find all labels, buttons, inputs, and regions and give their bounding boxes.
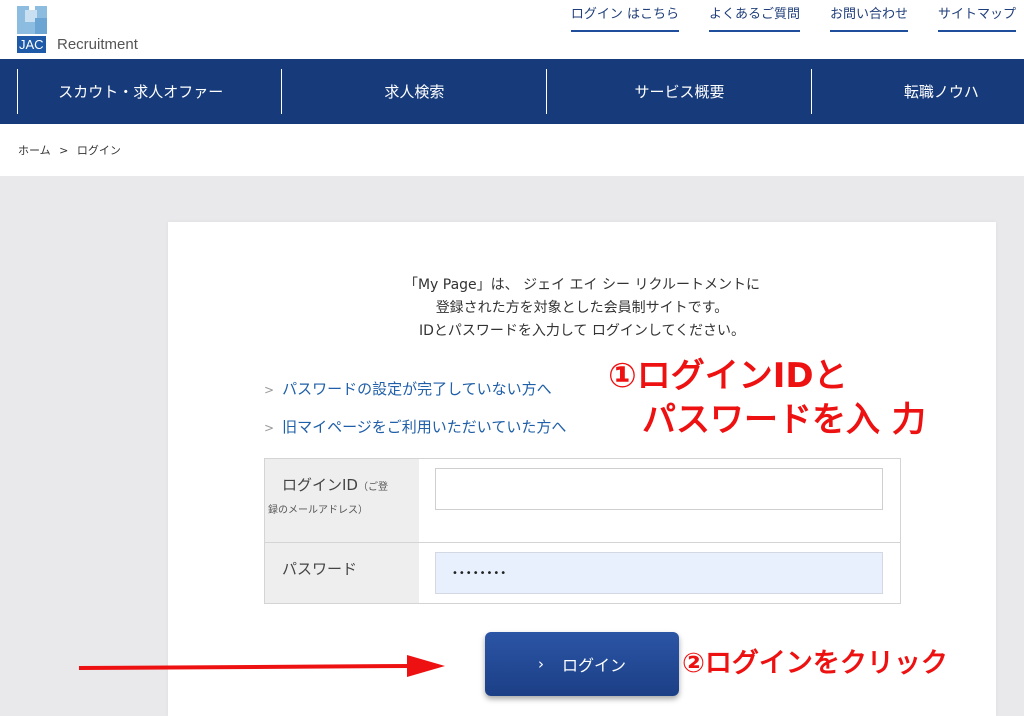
breadcrumb-separator: > (59, 144, 69, 157)
logo-jac-box: JAC (17, 36, 46, 53)
nav-item-scout-offer[interactable]: スカウト・求人オファー (0, 59, 282, 124)
login-button[interactable]: › ログイン (485, 632, 679, 696)
link-label: パスワードの設定が完了していない方へ (282, 380, 552, 398)
login-id-note: 録のメールアドレス） (268, 505, 368, 516)
nav-item-label: スカウト・求人オファー (58, 83, 224, 101)
intro-line: 「My Page」は、 ジェイ エイ シー リクルートメントに (403, 277, 761, 293)
nav-item-service-overview[interactable]: サービス概要 (547, 59, 812, 124)
contact-link[interactable]: お問い合わせ (829, 6, 908, 32)
faq-link[interactable]: よくあるご質問 (708, 6, 800, 32)
nav-item-label: 転職ノウハ (903, 83, 979, 101)
breadcrumb-current: ログイン (76, 144, 121, 157)
login-id-label: ログインID（ご登 録のメールアドレス） (265, 459, 419, 542)
chevron-right-icon: › (537, 655, 544, 673)
login-button-label: ログイン (561, 656, 626, 675)
intro-line: 登録された方を対象とした会員制サイトです。 (435, 300, 729, 316)
annotation-step1: ①ログインIDと パスワードを入 力 (608, 354, 926, 442)
help-links: > パスワードの設定が完了していない方へ > 旧マイページをご利用いただいていた方へ (264, 378, 566, 454)
nav-item-job-search[interactable]: 求人検索 (282, 59, 548, 124)
login-id-row: ログインID（ご登 録のメールアドレス） (265, 459, 900, 543)
annotation-step2: ②ログインをクリック (682, 648, 948, 679)
site-header: JAC Recruitment ログイン はこちら よくあるご質問 お問い合わせ… (0, 0, 1024, 59)
nav-item-label: 求人検索 (384, 83, 445, 101)
password-input[interactable] (435, 552, 883, 594)
annotation-step1-line1: ①ログインIDと (608, 356, 848, 396)
login-id-label-text: ログインID (282, 476, 358, 494)
breadcrumb-home[interactable]: ホーム (18, 144, 51, 157)
chevron-right-icon: > (264, 383, 275, 397)
login-form: ログインID（ご登 録のメールアドレス） パスワード (264, 458, 901, 604)
login-id-input[interactable] (435, 468, 883, 510)
annotation-step1-line2: パスワードを入 力 (642, 400, 926, 440)
password-cell (419, 543, 900, 603)
jac-logo[interactable]: JAC Recruitment (17, 6, 167, 54)
intro-text: 「My Page」は、 ジェイ エイ シー リクルートメントに 登録された方を対… (168, 274, 996, 343)
utility-links: ログイン はこちら よくあるご質問 お問い合わせ サイトマップ (570, 6, 1016, 32)
nav-item-label: サービス概要 (634, 83, 725, 101)
red-arrow-icon (78, 655, 445, 677)
login-id-cell (419, 459, 900, 542)
password-label: パスワード (265, 543, 419, 603)
sitemap-link[interactable]: サイトマップ (937, 6, 1016, 32)
login-card: 「My Page」は、 ジェイ エイ シー リクルートメントに 登録された方を対… (168, 222, 996, 716)
password-setup-link[interactable]: > パスワードの設定が完了していない方へ (264, 378, 566, 401)
breadcrumb: ホーム > ログイン (18, 142, 126, 158)
login-id-note: （ご登 (357, 482, 388, 493)
logo-recruitment-text: Recruitment (57, 36, 138, 53)
login-here-link[interactable]: ログイン はこちら (570, 6, 679, 32)
intro-line: IDとパスワードを入力して ログインしてください。 (418, 323, 746, 339)
global-nav: スカウト・求人オファー 求人検索 サービス概要 転職ノウハ (0, 59, 1024, 124)
nav-item-career-knowhow[interactable]: 転職ノウハ (812, 59, 1024, 124)
password-row: パスワード (265, 543, 900, 603)
puzzle-logo-icon (17, 6, 47, 34)
link-label: 旧マイページをご利用いただいていた方へ (282, 418, 567, 436)
chevron-right-icon: > (264, 421, 275, 435)
old-mypage-link[interactable]: > 旧マイページをご利用いただいていた方へ (264, 416, 566, 439)
